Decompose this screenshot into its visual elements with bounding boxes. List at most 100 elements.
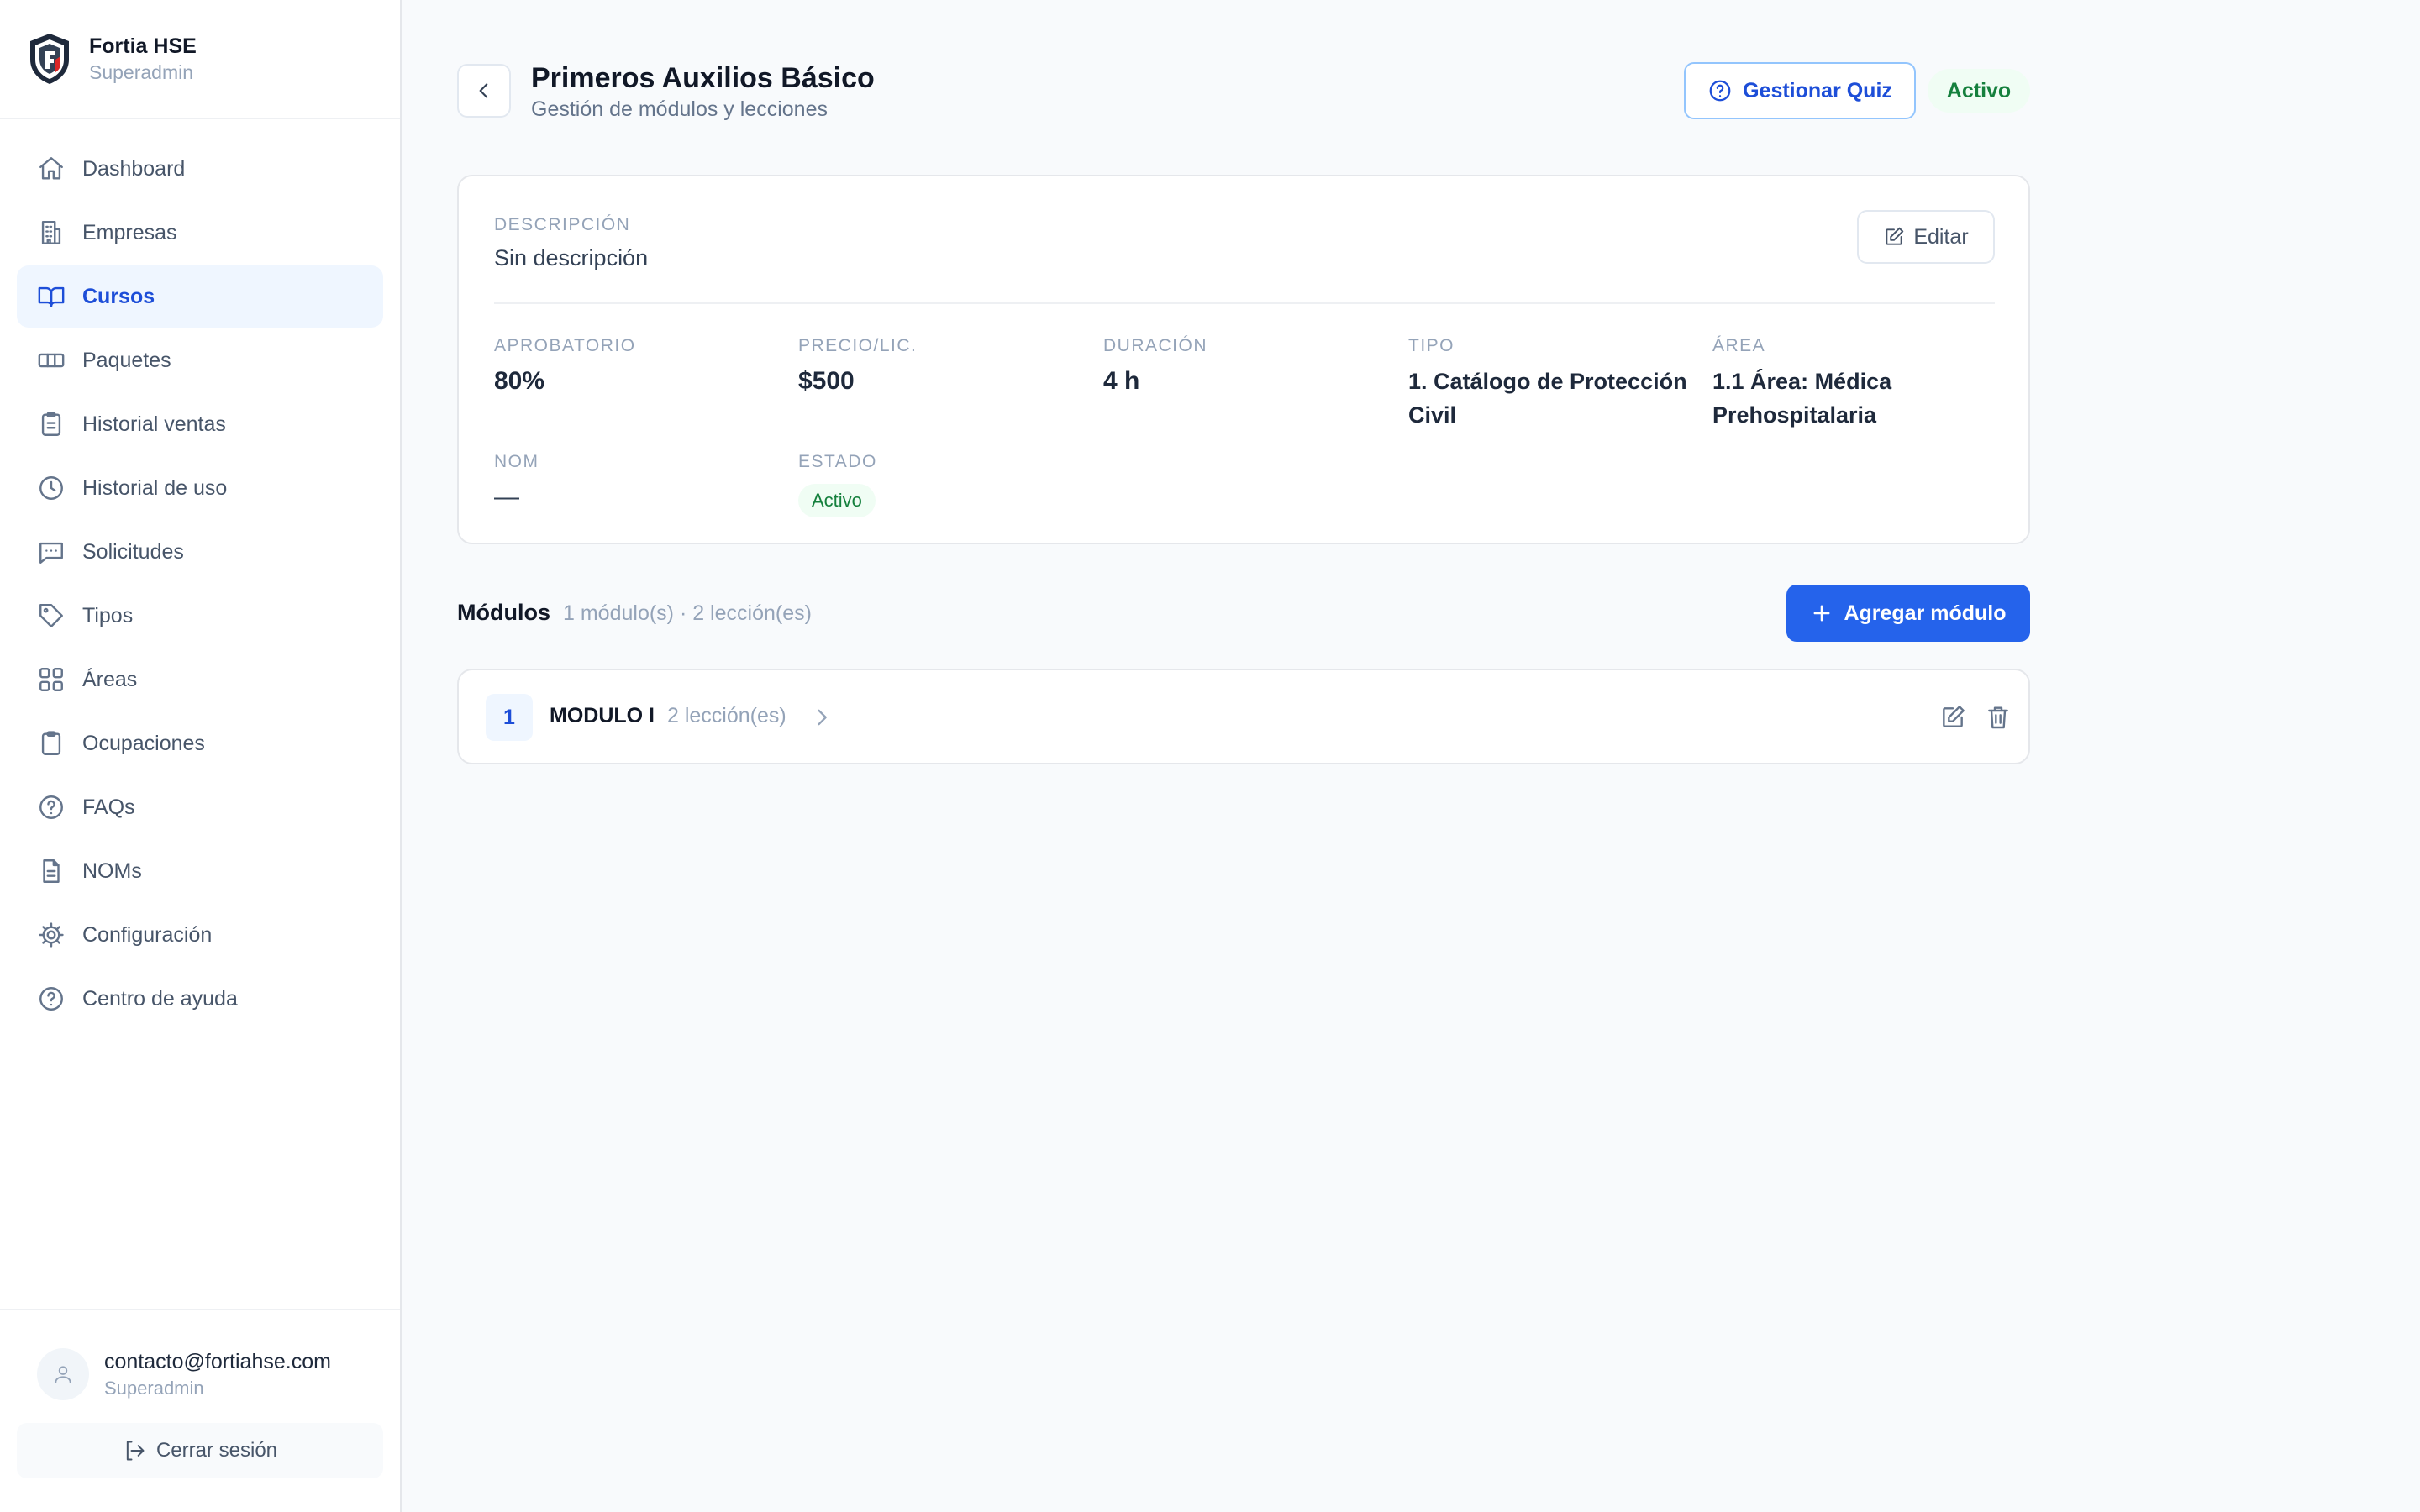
page-subtitle: Gestión de módulos y lecciones bbox=[531, 97, 828, 121]
sidebar-item-label: Dashboard bbox=[82, 156, 186, 181]
sidebar-item-historial-ventas[interactable]: Historial ventas bbox=[17, 393, 383, 455]
field-area: ÁREA 1.1 Área: Médica Prehospitalaria bbox=[1712, 334, 1998, 432]
status-badge: Activo bbox=[1928, 69, 2030, 113]
shield-logo-icon bbox=[30, 34, 69, 84]
page-title: Primeros Auxilios Básico bbox=[531, 62, 875, 94]
sidebar-item-label: Historial de uso bbox=[82, 475, 228, 500]
sidebar-item-areas[interactable]: Áreas bbox=[17, 648, 383, 711]
sidebar-item-paquetes[interactable]: Paquetes bbox=[17, 329, 383, 391]
field-duracion: DURACIÓN 4 h bbox=[1103, 334, 1389, 398]
sidebar-nav: Dashboard Empresas Cursos Paquetes Histo… bbox=[0, 119, 400, 1030]
grid-icon bbox=[39, 668, 63, 691]
edit-label: Editar bbox=[1913, 224, 1969, 249]
sidebar-item-label: Centro de ayuda bbox=[82, 986, 238, 1011]
edit-button[interactable]: Editar bbox=[1857, 210, 1995, 264]
user-icon bbox=[55, 1366, 71, 1383]
sidebar-item-empresas[interactable]: Empresas bbox=[17, 202, 383, 264]
plus-icon bbox=[1814, 605, 1830, 622]
help-circle-icon bbox=[1709, 80, 1731, 102]
chevron-right-icon[interactable] bbox=[810, 706, 834, 729]
home-icon bbox=[39, 157, 63, 180]
user-role: Superadmin bbox=[104, 1378, 204, 1399]
field-label: PRECIO/LIC. bbox=[798, 336, 918, 355]
sidebar-item-centro-ayuda[interactable]: Centro de ayuda bbox=[17, 968, 383, 1030]
sidebar-item-label: Historial ventas bbox=[82, 412, 226, 436]
ticket-icon bbox=[38, 353, 65, 368]
field-value: — bbox=[494, 483, 519, 511]
sidebar-item-label: Configuración bbox=[82, 922, 213, 947]
field-label: ÁREA bbox=[1712, 336, 1766, 355]
manage-quiz-button[interactable]: Gestionar Quiz bbox=[1684, 62, 1916, 119]
sidebar-item-faqs[interactable]: FAQs bbox=[17, 776, 383, 838]
course-details-card: DESCRIPCIÓN Sin descripción Editar APROB… bbox=[457, 175, 2030, 544]
sidebar-item-solicitudes[interactable]: Solicitudes bbox=[17, 521, 383, 583]
field-precio: PRECIO/LIC. $500 bbox=[798, 334, 1084, 398]
field-aprobatorio: APROBATORIO 80% bbox=[494, 334, 780, 398]
modules-title: Módulos bbox=[457, 600, 550, 625]
add-module-button[interactable]: Agregar módulo bbox=[1786, 585, 2030, 642]
user-email: contacto@fortiahse.com bbox=[104, 1350, 331, 1373]
clipboard-list-icon bbox=[41, 412, 61, 436]
tag-icon bbox=[39, 604, 63, 627]
sidebar-footer: contacto@fortiahse.com Superadmin Cerrar… bbox=[0, 1309, 400, 1512]
sidebar: Fortia HSE Superadmin Dashboard Empresas… bbox=[0, 0, 402, 1512]
field-value: 1.1 Área: Médica Prehospitalaria bbox=[1712, 369, 1892, 428]
avatar bbox=[37, 1348, 89, 1400]
field-label: TIPO bbox=[1408, 336, 1455, 355]
back-button[interactable] bbox=[457, 64, 511, 118]
modules-meta: 1 módulo(s) · 2 lección(es) bbox=[563, 601, 812, 625]
field-value: $500 bbox=[798, 367, 855, 395]
sidebar-item-cursos[interactable]: Cursos bbox=[17, 265, 383, 328]
clock-icon bbox=[39, 476, 63, 500]
field-nom: NOM — bbox=[494, 450, 780, 514]
field-value: 1. Catálogo de Protección Civil bbox=[1408, 369, 1687, 428]
brand: Fortia HSE Superadmin bbox=[0, 0, 400, 119]
field-value: 4 h bbox=[1103, 367, 1140, 395]
sidebar-item-configuracion[interactable]: Configuración bbox=[17, 904, 383, 966]
trash-icon[interactable] bbox=[1985, 704, 2012, 731]
status-badge: Activo bbox=[798, 484, 876, 517]
field-estado: ESTADO Activo bbox=[798, 450, 1084, 517]
add-module-label: Agregar módulo bbox=[1844, 601, 2007, 625]
logout-icon bbox=[126, 1441, 145, 1461]
user-info: contacto@fortiahse.com Superadmin bbox=[0, 1310, 400, 1401]
field-label: DURACIÓN bbox=[1103, 336, 1208, 355]
edit-icon[interactable] bbox=[1939, 704, 1966, 731]
help-circle-icon bbox=[39, 987, 63, 1011]
message-icon bbox=[39, 542, 63, 564]
manage-quiz-label: Gestionar Quiz bbox=[1743, 78, 1892, 102]
field-label: ESTADO bbox=[798, 452, 877, 471]
sidebar-item-label: Cursos bbox=[82, 284, 155, 308]
clipboard-icon bbox=[41, 731, 61, 755]
sidebar-item-label: Paquetes bbox=[82, 348, 171, 372]
sidebar-item-label: Tipos bbox=[82, 603, 134, 627]
page-header: Primeros Auxilios Básico Gestión de módu… bbox=[457, 60, 2030, 123]
sidebar-item-historial-uso[interactable]: Historial de uso bbox=[17, 457, 383, 519]
file-text-icon bbox=[43, 859, 60, 883]
brand-role: Superadmin bbox=[89, 61, 194, 83]
field-value: 80% bbox=[494, 367, 545, 395]
sidebar-item-tipos[interactable]: Tipos bbox=[17, 585, 383, 647]
field-label: NOM bbox=[494, 452, 539, 471]
module-row[interactable]: 1 MODULO I 2 lección(es) bbox=[457, 669, 2030, 764]
sidebar-item-dashboard[interactable]: Dashboard bbox=[17, 138, 383, 200]
sidebar-item-label: NOMs bbox=[82, 858, 142, 883]
description-label: DESCRIPCIÓN bbox=[494, 215, 631, 234]
module-lesson-count: 2 lección(es) bbox=[667, 704, 786, 727]
book-icon bbox=[38, 286, 65, 307]
edit-icon bbox=[1886, 227, 1904, 245]
sidebar-item-label: FAQs bbox=[82, 795, 135, 819]
logout-button[interactable]: Cerrar sesión bbox=[17, 1423, 383, 1478]
description-value: Sin descripción bbox=[494, 245, 649, 270]
main-content: Primeros Auxilios Básico Gestión de módu… bbox=[402, 0, 2420, 1512]
field-label: APROBATORIO bbox=[494, 336, 636, 355]
sidebar-item-label: Empresas bbox=[82, 220, 177, 244]
building-icon bbox=[41, 221, 61, 244]
module-name: MODULO I bbox=[550, 704, 655, 727]
sidebar-item-label: Solicitudes bbox=[82, 539, 184, 564]
divider bbox=[494, 302, 1995, 304]
chevron-left-icon bbox=[479, 83, 488, 98]
sidebar-item-noms[interactable]: NOMs bbox=[17, 840, 383, 902]
brand-name: Fortia HSE bbox=[89, 34, 197, 58]
sidebar-item-ocupaciones[interactable]: Ocupaciones bbox=[17, 712, 383, 774]
